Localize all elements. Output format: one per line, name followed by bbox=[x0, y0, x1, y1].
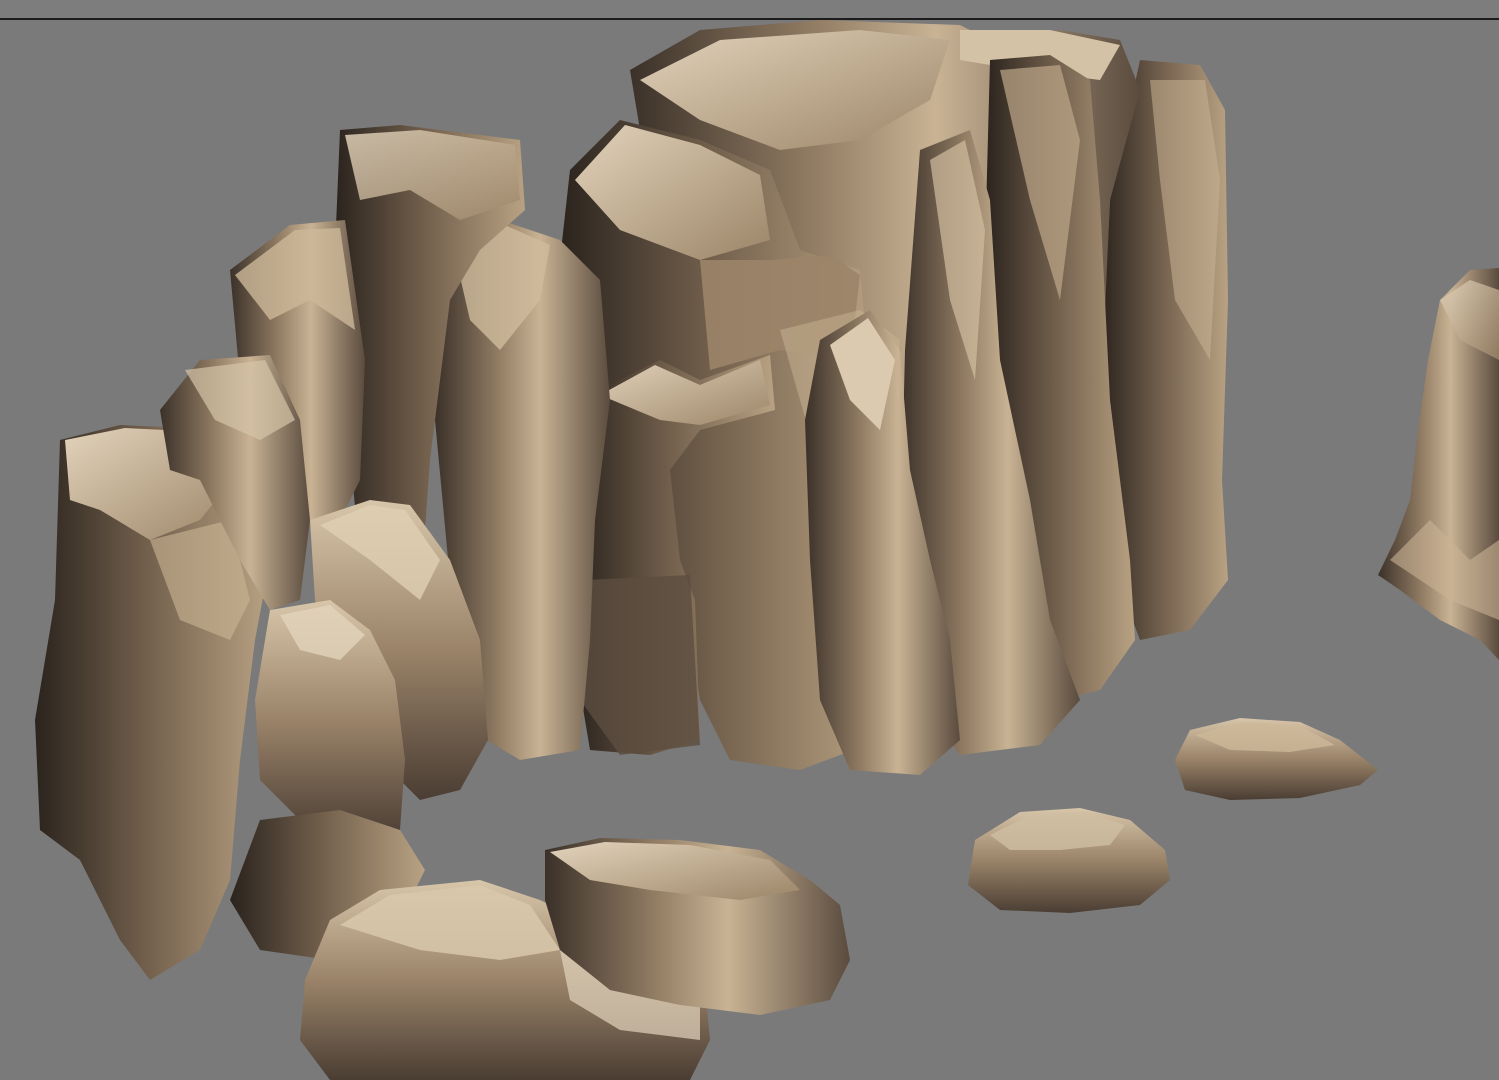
boulder-small-right bbox=[1175, 718, 1378, 800]
rock-scene bbox=[35, 20, 1499, 1080]
3d-viewport[interactable] bbox=[0, 0, 1499, 1080]
boulder-small-mid bbox=[968, 808, 1170, 913]
right-edge-rock bbox=[1378, 268, 1499, 660]
